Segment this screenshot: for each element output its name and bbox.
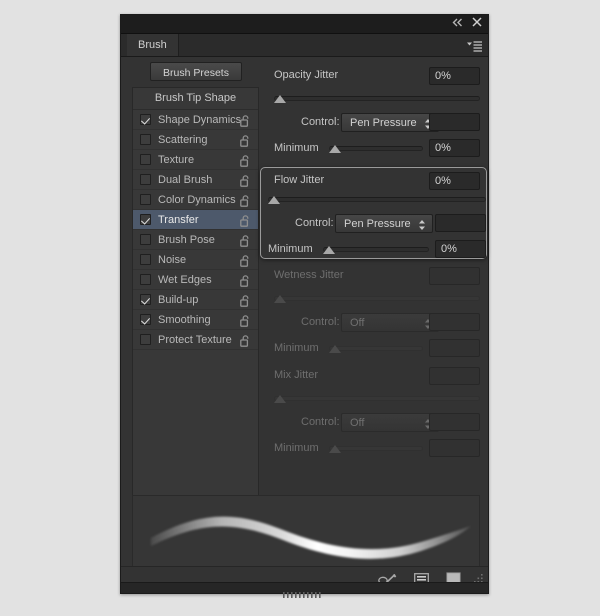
- brush-option-row[interactable]: Shape Dynamics: [133, 110, 258, 130]
- control-select-value: Off: [350, 417, 364, 429]
- minimum-value-field[interactable]: [429, 439, 480, 457]
- brush-option-checkbox[interactable]: [140, 214, 151, 225]
- brush-option-row[interactable]: Wet Edges: [133, 270, 258, 290]
- brush-options-list: Brush Tip Shape Shape Dynamics Scattering…: [132, 87, 259, 497]
- control-label: Control:: [301, 116, 340, 128]
- jitter-value-field[interactable]: [429, 267, 480, 285]
- control-select-value: Pen Pressure: [350, 117, 417, 129]
- jitter-slider[interactable]: [274, 393, 480, 405]
- panel-menu-icon[interactable]: [467, 39, 482, 57]
- brush-option-checkbox[interactable]: [140, 254, 151, 265]
- minimum-label: Minimum: [274, 342, 319, 354]
- brush-option-label: Smoothing: [158, 314, 211, 326]
- brush-option-row[interactable]: Protect Texture: [133, 330, 258, 350]
- control-select-value: Off: [350, 317, 364, 329]
- brush-option-label: Build-up: [158, 294, 198, 306]
- jitter-group: Opacity Jitter 0% Control: Pen Pressure Mini…: [267, 67, 480, 159]
- brush-stroke-preview: [132, 495, 480, 575]
- control-extra-field[interactable]: [429, 113, 480, 131]
- panel-body: Brush Presets Brush Tip Shape Shape Dyna…: [121, 57, 488, 497]
- preview-area: [121, 495, 488, 569]
- brush-option-row[interactable]: Build-up: [133, 290, 258, 310]
- brush-option-row[interactable]: Transfer: [133, 210, 258, 230]
- jitter-group: Flow Jitter 0% Control: Pen Pressure Minimum…: [260, 167, 487, 259]
- panel-bottom-bar: [121, 582, 488, 593]
- brush-option-checkbox[interactable]: [140, 154, 151, 165]
- minimum-value-field[interactable]: [429, 339, 480, 357]
- control-select[interactable]: Off: [341, 313, 439, 332]
- control-extra-field[interactable]: [429, 313, 480, 331]
- brush-option-label: Brush Pose: [158, 234, 215, 246]
- brush-option-checkbox[interactable]: [140, 294, 151, 305]
- minimum-slider[interactable]: [329, 343, 423, 355]
- brush-option-checkbox[interactable]: [140, 234, 151, 245]
- brush-option-label: Transfer: [158, 214, 199, 226]
- brush-option-row[interactable]: Dual Brush: [133, 170, 258, 190]
- control-select[interactable]: Pen Pressure: [341, 113, 439, 132]
- brush-option-row[interactable]: Texture: [133, 150, 258, 170]
- jitter-group: Wetness Jitter Control: Off Minimum: [267, 267, 480, 359]
- brush-option-row[interactable]: Noise: [133, 250, 258, 270]
- minimum-label: Minimum: [274, 442, 319, 454]
- jitter-slider[interactable]: [274, 93, 480, 105]
- brush-option-label: Wet Edges: [158, 274, 212, 286]
- brush-option-label: Shape Dynamics: [158, 114, 241, 126]
- control-select-value: Pen Pressure: [344, 218, 411, 230]
- jitter-title: Flow Jitter: [274, 174, 324, 186]
- brush-option-row[interactable]: Smoothing: [133, 310, 258, 330]
- control-label: Control:: [301, 416, 340, 428]
- brush-option-label: Dual Brush: [158, 174, 212, 186]
- brush-option-label: Protect Texture: [158, 334, 232, 346]
- brush-option-row[interactable]: Color Dynamics: [133, 190, 258, 210]
- brush-tip-shape-item[interactable]: Brush Tip Shape: [133, 88, 258, 110]
- brush-option-label: Scattering: [158, 134, 208, 146]
- minimum-label: Minimum: [274, 142, 319, 154]
- control-select[interactable]: Off: [341, 413, 439, 432]
- jitter-value-field[interactable]: [429, 367, 480, 385]
- minimum-slider[interactable]: [329, 143, 423, 155]
- brush-option-checkbox[interactable]: [140, 114, 151, 125]
- brush-option-checkbox[interactable]: [140, 274, 151, 285]
- minimum-label: Minimum: [268, 243, 313, 255]
- brush-option-checkbox[interactable]: [140, 174, 151, 185]
- control-label: Control:: [301, 316, 340, 328]
- jitter-value-field[interactable]: 0%: [429, 67, 480, 85]
- brush-settings-column: Opacity Jitter 0% Control: Pen Pressure Mini…: [267, 67, 480, 497]
- minimum-slider[interactable]: [329, 443, 423, 455]
- stepper-arrows-icon[interactable]: [418, 219, 426, 237]
- tab-brush[interactable]: Brush: [127, 34, 179, 56]
- brush-option-label: Texture: [158, 154, 194, 166]
- control-select[interactable]: Pen Pressure: [335, 214, 433, 233]
- brush-option-label: Color Dynamics: [158, 194, 236, 206]
- control-label: Control:: [295, 217, 334, 229]
- close-icon[interactable]: [472, 17, 482, 27]
- control-extra-field[interactable]: [435, 214, 486, 232]
- panel-titlebar: [121, 15, 488, 34]
- jitter-title: Opacity Jitter: [274, 69, 338, 81]
- brush-option-checkbox[interactable]: [140, 194, 151, 205]
- jitter-title: Wetness Jitter: [274, 269, 344, 281]
- minimum-slider[interactable]: [323, 244, 429, 256]
- brush-option-row[interactable]: Scattering: [133, 130, 258, 150]
- unlocked-padlock-icon[interactable]: [240, 334, 251, 352]
- control-extra-field[interactable]: [429, 413, 480, 431]
- brush-panel: Brush Brush Presets Brush Tip Shape Shap…: [120, 14, 489, 594]
- minimum-value-field[interactable]: 0%: [429, 139, 480, 157]
- jitter-slider[interactable]: [274, 293, 480, 305]
- brush-option-row[interactable]: Brush Pose: [133, 230, 258, 250]
- brush-option-label: Noise: [158, 254, 186, 266]
- brush-option-checkbox[interactable]: [140, 334, 151, 345]
- brush-option-checkbox[interactable]: [140, 314, 151, 325]
- panel-tabbar: Brush: [121, 34, 488, 57]
- minimum-value-field[interactable]: 0%: [435, 240, 486, 258]
- jitter-group: Mix Jitter Control: Off Minimum: [267, 367, 480, 459]
- brush-option-checkbox[interactable]: [140, 134, 151, 145]
- jitter-title: Mix Jitter: [274, 369, 318, 381]
- brush-presets-button[interactable]: Brush Presets: [150, 62, 242, 81]
- jitter-slider[interactable]: [268, 194, 486, 206]
- jitter-value-field[interactable]: 0%: [429, 172, 480, 190]
- collapse-arrows-icon[interactable]: [452, 18, 463, 27]
- panel-drag-grip-icon[interactable]: [283, 585, 327, 603]
